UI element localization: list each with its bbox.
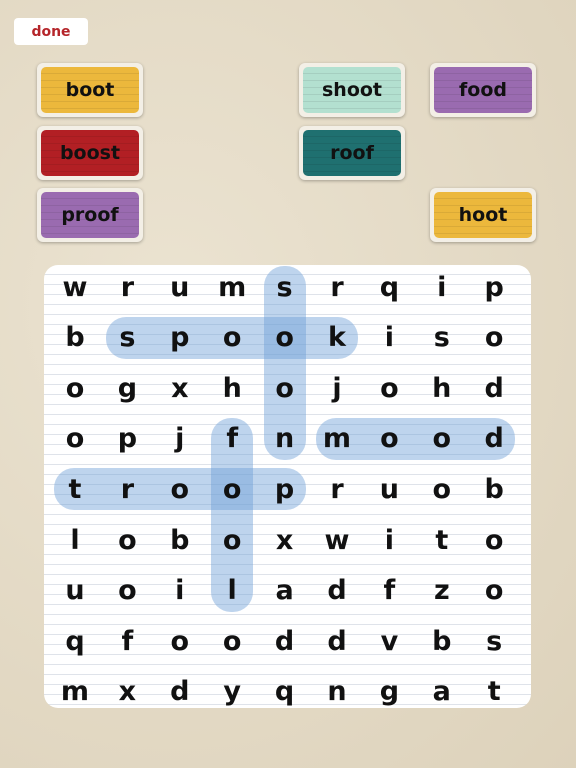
letter-cell[interactable]: n bbox=[311, 667, 363, 717]
word-card-boost: boost bbox=[37, 126, 143, 180]
letter-cell[interactable]: a bbox=[259, 566, 311, 616]
letter-cell[interactable]: w bbox=[49, 262, 101, 312]
letter-cell[interactable]: y bbox=[206, 667, 258, 717]
letter-cell[interactable]: a bbox=[416, 667, 468, 717]
letter-cell[interactable]: n bbox=[259, 414, 311, 464]
letter-cell[interactable]: p bbox=[101, 414, 153, 464]
letter-cell[interactable]: r bbox=[101, 262, 153, 312]
letter-cell[interactable]: u bbox=[49, 566, 101, 616]
letter-cell[interactable]: z bbox=[416, 566, 468, 616]
letter-cell[interactable]: x bbox=[259, 515, 311, 565]
letter-cell[interactable]: d bbox=[259, 616, 311, 666]
letter-cell[interactable]: u bbox=[363, 464, 415, 514]
word-label: boot bbox=[41, 67, 139, 113]
letter-cell[interactable]: o bbox=[154, 464, 206, 514]
letter-cell[interactable]: o bbox=[49, 363, 101, 413]
done-button[interactable]: done bbox=[14, 18, 88, 45]
letter-cell[interactable]: d bbox=[468, 414, 520, 464]
letter-cell[interactable]: s bbox=[416, 313, 468, 363]
letter-cell[interactable]: m bbox=[206, 262, 258, 312]
letter-cell[interactable]: o bbox=[154, 616, 206, 666]
letter-cell[interactable]: l bbox=[206, 566, 258, 616]
letter-cell[interactable]: i bbox=[363, 515, 415, 565]
word-search-grid[interactable]: wrumsrqipbspookisoogxhojohdopjfnmoodtroo… bbox=[44, 265, 531, 708]
letter-cell[interactable]: b bbox=[154, 515, 206, 565]
word-card-boot: boot bbox=[37, 63, 143, 117]
word-label: shoot bbox=[303, 67, 401, 113]
letter-cell[interactable]: o bbox=[206, 616, 258, 666]
word-card-roof: roof bbox=[299, 126, 405, 180]
letter-cell[interactable]: g bbox=[363, 667, 415, 717]
letter-cell[interactable]: s bbox=[259, 262, 311, 312]
letter-cell[interactable]: d bbox=[468, 363, 520, 413]
letter-cell[interactable]: t bbox=[416, 515, 468, 565]
letter-cell[interactable]: s bbox=[468, 616, 520, 666]
word-card-shoot: shoot bbox=[299, 63, 405, 117]
letter-cell[interactable]: t bbox=[49, 464, 101, 514]
letter-cell[interactable]: h bbox=[416, 363, 468, 413]
letter-cell[interactable]: f bbox=[206, 414, 258, 464]
letter-cell[interactable]: r bbox=[101, 464, 153, 514]
word-label: roof bbox=[303, 130, 401, 176]
letter-cell[interactable]: d bbox=[311, 566, 363, 616]
letter-cell[interactable]: o bbox=[363, 414, 415, 464]
letter-cell[interactable]: p bbox=[154, 313, 206, 363]
letter-cell[interactable]: q bbox=[259, 667, 311, 717]
letter-cell[interactable]: o bbox=[468, 313, 520, 363]
letter-cell[interactable]: q bbox=[363, 262, 415, 312]
letter-cell[interactable]: q bbox=[49, 616, 101, 666]
letter-cell[interactable]: f bbox=[363, 566, 415, 616]
word-card-proof: proof bbox=[37, 188, 143, 242]
letter-cell[interactable]: o bbox=[101, 566, 153, 616]
letter-cell[interactable]: o bbox=[49, 414, 101, 464]
letter-cell[interactable]: i bbox=[363, 313, 415, 363]
letter-cell[interactable]: t bbox=[468, 667, 520, 717]
letter-cell[interactable]: o bbox=[206, 313, 258, 363]
word-label: boost bbox=[41, 130, 139, 176]
letter-cell[interactable]: o bbox=[259, 363, 311, 413]
letter-cell[interactable]: d bbox=[154, 667, 206, 717]
letter-cell[interactable]: o bbox=[206, 464, 258, 514]
word-label: hoot bbox=[434, 192, 532, 238]
letter-cell[interactable]: g bbox=[101, 363, 153, 413]
letter-cell[interactable]: o bbox=[468, 515, 520, 565]
letter-cell[interactable]: l bbox=[49, 515, 101, 565]
letter-cell[interactable]: m bbox=[49, 667, 101, 717]
letter-cell[interactable]: r bbox=[311, 262, 363, 312]
letter-cell[interactable]: o bbox=[363, 363, 415, 413]
word-label: food bbox=[434, 67, 532, 113]
letter-cell[interactable]: o bbox=[259, 313, 311, 363]
word-card-hoot: hoot bbox=[430, 188, 536, 242]
letter-cell[interactable]: o bbox=[206, 515, 258, 565]
letter-cell[interactable]: i bbox=[416, 262, 468, 312]
letter-cell[interactable]: v bbox=[363, 616, 415, 666]
letter-cell[interactable]: o bbox=[468, 566, 520, 616]
letter-cell[interactable]: h bbox=[206, 363, 258, 413]
letter-cell[interactable]: x bbox=[101, 667, 153, 717]
letter-cell[interactable]: b bbox=[416, 616, 468, 666]
letter-cell[interactable]: b bbox=[468, 464, 520, 514]
letter-cell[interactable]: p bbox=[259, 464, 311, 514]
letter-cell[interactable]: d bbox=[311, 616, 363, 666]
letter-cell[interactable]: i bbox=[154, 566, 206, 616]
letter-cell[interactable]: j bbox=[154, 414, 206, 464]
letter-cell[interactable]: b bbox=[49, 313, 101, 363]
letter-cell[interactable]: o bbox=[416, 414, 468, 464]
letter-cell[interactable]: f bbox=[101, 616, 153, 666]
letter-cell[interactable]: o bbox=[416, 464, 468, 514]
word-card-food: food bbox=[430, 63, 536, 117]
letter-cell[interactable]: x bbox=[154, 363, 206, 413]
letter-cell[interactable]: j bbox=[311, 363, 363, 413]
letter-cell[interactable]: m bbox=[311, 414, 363, 464]
letter-cell[interactable]: r bbox=[311, 464, 363, 514]
letter-cell[interactable]: s bbox=[101, 313, 153, 363]
letter-cell[interactable]: k bbox=[311, 313, 363, 363]
letter-cell[interactable]: p bbox=[468, 262, 520, 312]
letter-cell[interactable]: o bbox=[101, 515, 153, 565]
letter-cell[interactable]: w bbox=[311, 515, 363, 565]
letter-cell[interactable]: u bbox=[154, 262, 206, 312]
word-label: proof bbox=[41, 192, 139, 238]
